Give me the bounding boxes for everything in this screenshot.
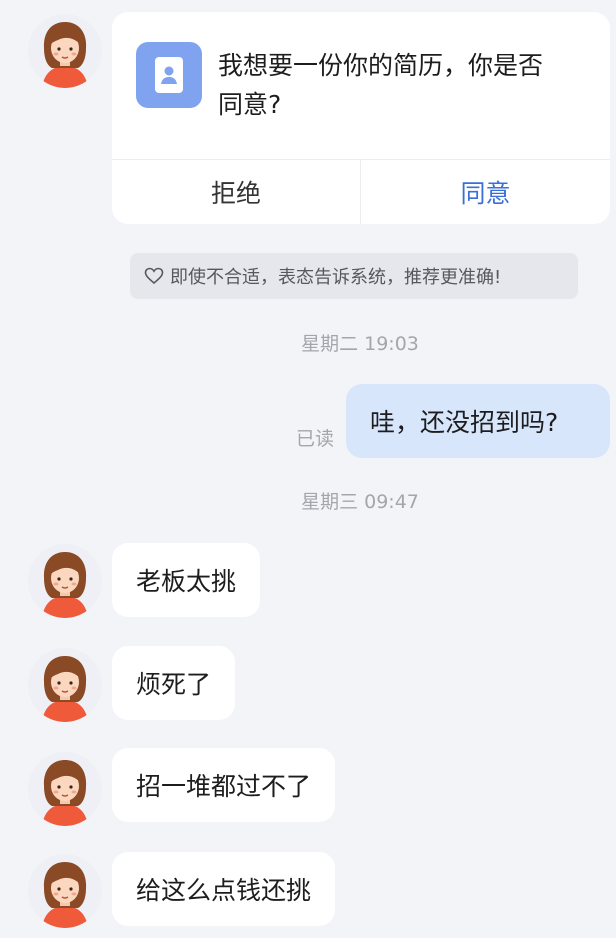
reject-button[interactable]: 拒绝 xyxy=(112,160,360,224)
request-message: 我想要一份你的简历，你是否同意? xyxy=(218,51,544,119)
resume-document-icon xyxy=(136,42,202,108)
contact-avatar[interactable] xyxy=(28,648,102,722)
contact-avatar[interactable] xyxy=(28,752,102,826)
avatar-icon xyxy=(28,544,102,618)
message-text: 给这么点钱还挑 xyxy=(136,876,312,905)
avatar-icon xyxy=(28,648,102,722)
contact-avatar[interactable] xyxy=(28,854,102,928)
contact-avatar[interactable] xyxy=(28,14,102,88)
avatar-icon xyxy=(28,14,102,88)
incoming-message-bubble[interactable]: 给这么点钱还挑 xyxy=(112,852,336,926)
timestamp: 星期三 09:47 xyxy=(301,491,419,513)
my-message-bubble[interactable]: 哇，还没招到吗? xyxy=(346,384,610,458)
incoming-message-bubble[interactable]: 烦死了 xyxy=(112,646,236,720)
incoming-message-bubble[interactable]: 招一堆都过不了 xyxy=(112,748,336,822)
hint-text: 即使不合适，表态告诉系统，推荐更准确! xyxy=(170,267,502,288)
message-text: 烦死了 xyxy=(136,670,212,699)
feedback-hint-bar: 即使不合适，表态告诉系统，推荐更准确! xyxy=(130,253,578,299)
contact-avatar[interactable] xyxy=(28,544,102,618)
heart-outline-icon xyxy=(144,267,164,285)
agree-button[interactable]: 同意 xyxy=(361,160,610,224)
avatar-icon xyxy=(28,854,102,928)
message-text: 招一堆都过不了 xyxy=(136,772,312,801)
message-text: 老板太挑 xyxy=(136,567,237,596)
timestamp: 星期二 19:03 xyxy=(301,333,419,355)
incoming-message-bubble[interactable]: 老板太挑 xyxy=(112,543,261,617)
avatar-icon xyxy=(28,752,102,826)
resume-request-card: 我想要一份你的简历，你是否同意? 拒绝 同意 xyxy=(112,12,610,224)
message-text: 哇，还没招到吗? xyxy=(370,408,559,437)
read-status: 已读 xyxy=(296,428,335,450)
